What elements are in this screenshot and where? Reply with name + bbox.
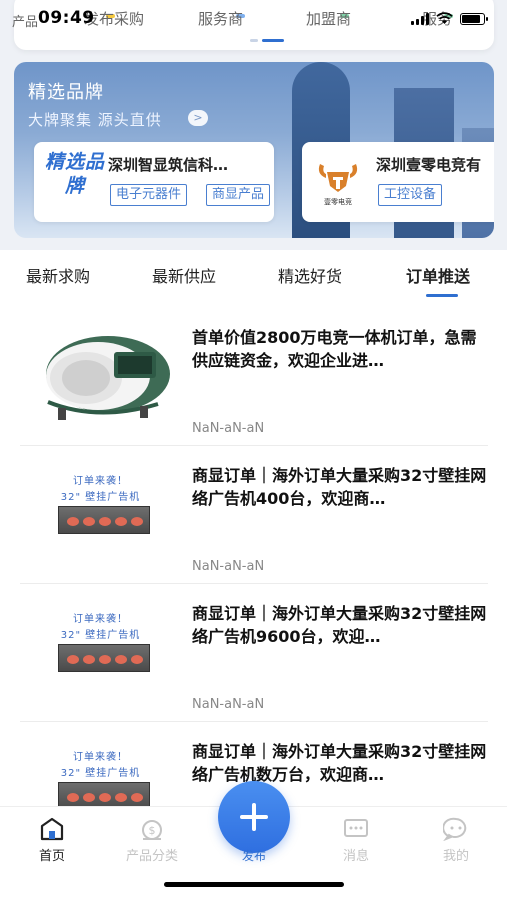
order-image bbox=[28, 326, 173, 426]
banner-title: 精选品牌 bbox=[28, 82, 104, 103]
order-image: 订单来袭！ 32" 壁挂广告机 bbox=[28, 602, 173, 702]
brand-logo: 壹零电竞 bbox=[310, 152, 366, 208]
tab-order-push[interactable]: 订单推送 bbox=[406, 263, 470, 287]
order-title: 商显订单｜海外订单大量采购32寸壁挂网络广告机9600台，欢迎… bbox=[192, 604, 487, 646]
brand-tag[interactable]: 工控设备 bbox=[378, 184, 443, 206]
chevron-right-icon[interactable]: > bbox=[188, 110, 208, 126]
promo-subline: 32" 壁挂广告机 bbox=[60, 630, 141, 641]
list-item[interactable]: 订单来袭！ 32" 壁挂广告机 商显订单｜海外订单大量采购32寸壁挂网络广告机4… bbox=[20, 446, 488, 584]
promo-photo bbox=[58, 506, 150, 534]
category-scroll-indicator bbox=[250, 39, 286, 42]
order-date: NaN-aN-aN bbox=[192, 421, 265, 436]
nav-product-categories-label: 产品分类 bbox=[125, 849, 178, 864]
brand-tag[interactable]: 电子元器件 bbox=[110, 184, 188, 206]
list-item[interactable]: 订单来袭！ 32" 壁挂广告机 商显订单｜海外订单大量采购32寸壁挂网络广告机9… bbox=[20, 584, 488, 722]
order-promo-image: 订单来袭！ 32" 壁挂广告机 bbox=[28, 602, 173, 702]
brand-tag[interactable]: 商显产品 bbox=[206, 184, 271, 206]
promo-headline: 订单来袭！ bbox=[73, 476, 128, 487]
order-date: NaN-aN-aN bbox=[192, 559, 265, 574]
nav-product-categories[interactable]: $ 产品分类 bbox=[122, 817, 182, 864]
banner-subtitle: 大牌聚集 源头直供 bbox=[28, 111, 162, 129]
order-title: 首单价值2800万电竞一体机订单，急需供应链资金，欢迎企业进… bbox=[192, 328, 477, 370]
tab-featured-goods[interactable]: 精选好货 bbox=[278, 263, 342, 287]
list-item[interactable]: 首单价值2800万电竞一体机订单，急需供应链资金，欢迎企业进… NaN-aN-a… bbox=[20, 308, 488, 446]
order-image: 订单来袭！ 32" 壁挂广告机 bbox=[28, 464, 173, 564]
promo-subline: 32" 壁挂广告机 bbox=[60, 492, 141, 503]
active-tab-indicator bbox=[426, 294, 458, 297]
money-bag-icon: $ bbox=[142, 820, 162, 840]
message-icon bbox=[344, 819, 368, 837]
home-indicator bbox=[164, 882, 344, 887]
tab-latest-supply[interactable]: 最新供应 bbox=[152, 263, 216, 287]
brand-name: 深圳智显筑信科… bbox=[108, 156, 229, 174]
svg-text:壹零电竞: 壹零电竞 bbox=[324, 197, 352, 206]
promo-headline: 订单来袭！ bbox=[73, 614, 128, 625]
home-icon bbox=[40, 817, 64, 841]
plus-icon bbox=[252, 803, 256, 831]
order-promo-image: 订单来袭！ 32" 壁挂广告机 bbox=[28, 464, 173, 564]
status-bar: 09:49 bbox=[0, 0, 507, 36]
profile-icon bbox=[443, 817, 467, 841]
brand-name: 深圳壹零电竞有 bbox=[376, 156, 482, 174]
order-title: 商显订单｜海外订单大量采购32寸壁挂网络广告机数万台，欢迎商… bbox=[192, 742, 487, 784]
brand-logo: 精选品牌 bbox=[44, 151, 105, 197]
gaming-pod-image bbox=[46, 336, 170, 420]
brand-card[interactable]: 壹零电竞 深圳壹零电竞有 工控设备 bbox=[302, 142, 494, 222]
publish-label: 发布 bbox=[241, 849, 266, 863]
nav-profile[interactable]: 我的 bbox=[426, 817, 486, 864]
bull-logo-icon: 壹零电竞 bbox=[318, 164, 358, 206]
nav-messages-label: 消息 bbox=[342, 849, 369, 864]
nav-profile-label: 我的 bbox=[442, 849, 469, 864]
nav-messages[interactable]: 消息 bbox=[326, 817, 386, 864]
nav-home-label: 首页 bbox=[38, 849, 65, 864]
brand-card[interactable]: 精选品牌 深圳智显筑信科… 电子元器件 商显产品 bbox=[34, 142, 274, 222]
publish-button[interactable] bbox=[218, 781, 290, 853]
feed-tabs: 最新求购 最新供应 精选好货 订单推送 bbox=[0, 250, 507, 300]
order-title: 商显订单｜海外订单大量采购32寸壁挂网络广告机400台，欢迎商… bbox=[192, 466, 487, 508]
status-time: 09:49 bbox=[38, 8, 95, 28]
wifi-icon bbox=[436, 12, 453, 24]
promo-subline: 32" 壁挂广告机 bbox=[60, 768, 141, 779]
promo-photo bbox=[58, 644, 150, 672]
cellular-signal-icon bbox=[411, 12, 429, 25]
featured-brands-banner[interactable]: 精选品牌 大牌聚集 源头直供 > 精选品牌 深圳智显筑信科… 电子元器件 商显产… bbox=[14, 62, 494, 238]
svg-text:$: $ bbox=[149, 824, 156, 837]
tab-latest-purchase[interactable]: 最新求购 bbox=[26, 263, 90, 287]
battery-icon bbox=[460, 12, 488, 25]
nav-home[interactable]: 首页 bbox=[22, 817, 82, 864]
order-date: NaN-aN-aN bbox=[192, 697, 265, 712]
promo-headline: 订单来袭！ bbox=[73, 752, 128, 763]
